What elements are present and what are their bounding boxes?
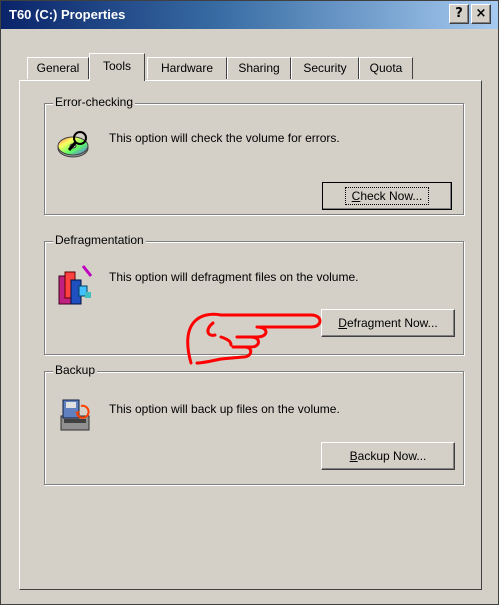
close-button[interactable]: × <box>471 4 491 24</box>
error-checking-group: Error-checking This option will check th… <box>44 95 464 215</box>
backup-icon <box>60 399 90 431</box>
title-bar[interactable]: T60 (C:) Properties ? × <box>1 1 498 29</box>
defragment-now-button[interactable]: Defragment Now... <box>321 309 455 337</box>
tab-general[interactable]: General <box>27 57 89 79</box>
tab-strip: General Tools Hardware Sharing Security … <box>19 53 479 81</box>
backup-legend: Backup <box>53 363 98 377</box>
defrag-icon <box>58 265 93 305</box>
disk-check-icon <box>57 131 89 158</box>
tab-sharing[interactable]: Sharing <box>227 57 291 79</box>
properties-window: T60 (C:) Properties ? × General Tools Ha… <box>0 0 499 605</box>
tab-quota[interactable]: Quota <box>359 57 413 79</box>
error-checking-legend: Error-checking <box>53 95 136 109</box>
backup-now-button[interactable]: Backup Now... <box>321 442 455 470</box>
hand-pointer-annotation <box>186 312 322 365</box>
tab-tools[interactable]: Tools <box>89 53 145 81</box>
window-title: T60 (C:) Properties <box>9 7 126 22</box>
error-checking-description: This option will check the volume for er… <box>109 131 340 145</box>
tab-security[interactable]: Security <box>291 57 359 79</box>
defragmentation-description: This option will defragment files on the… <box>109 270 359 284</box>
check-now-button[interactable]: Check Now... <box>322 182 452 210</box>
tab-hardware[interactable]: Hardware <box>147 57 227 79</box>
backup-description: This option will back up files on the vo… <box>109 402 340 416</box>
defragmentation-legend: Defragmentation <box>53 233 146 247</box>
help-button[interactable]: ? <box>449 4 469 24</box>
backup-group: Backup This option will back up files on… <box>44 363 464 485</box>
